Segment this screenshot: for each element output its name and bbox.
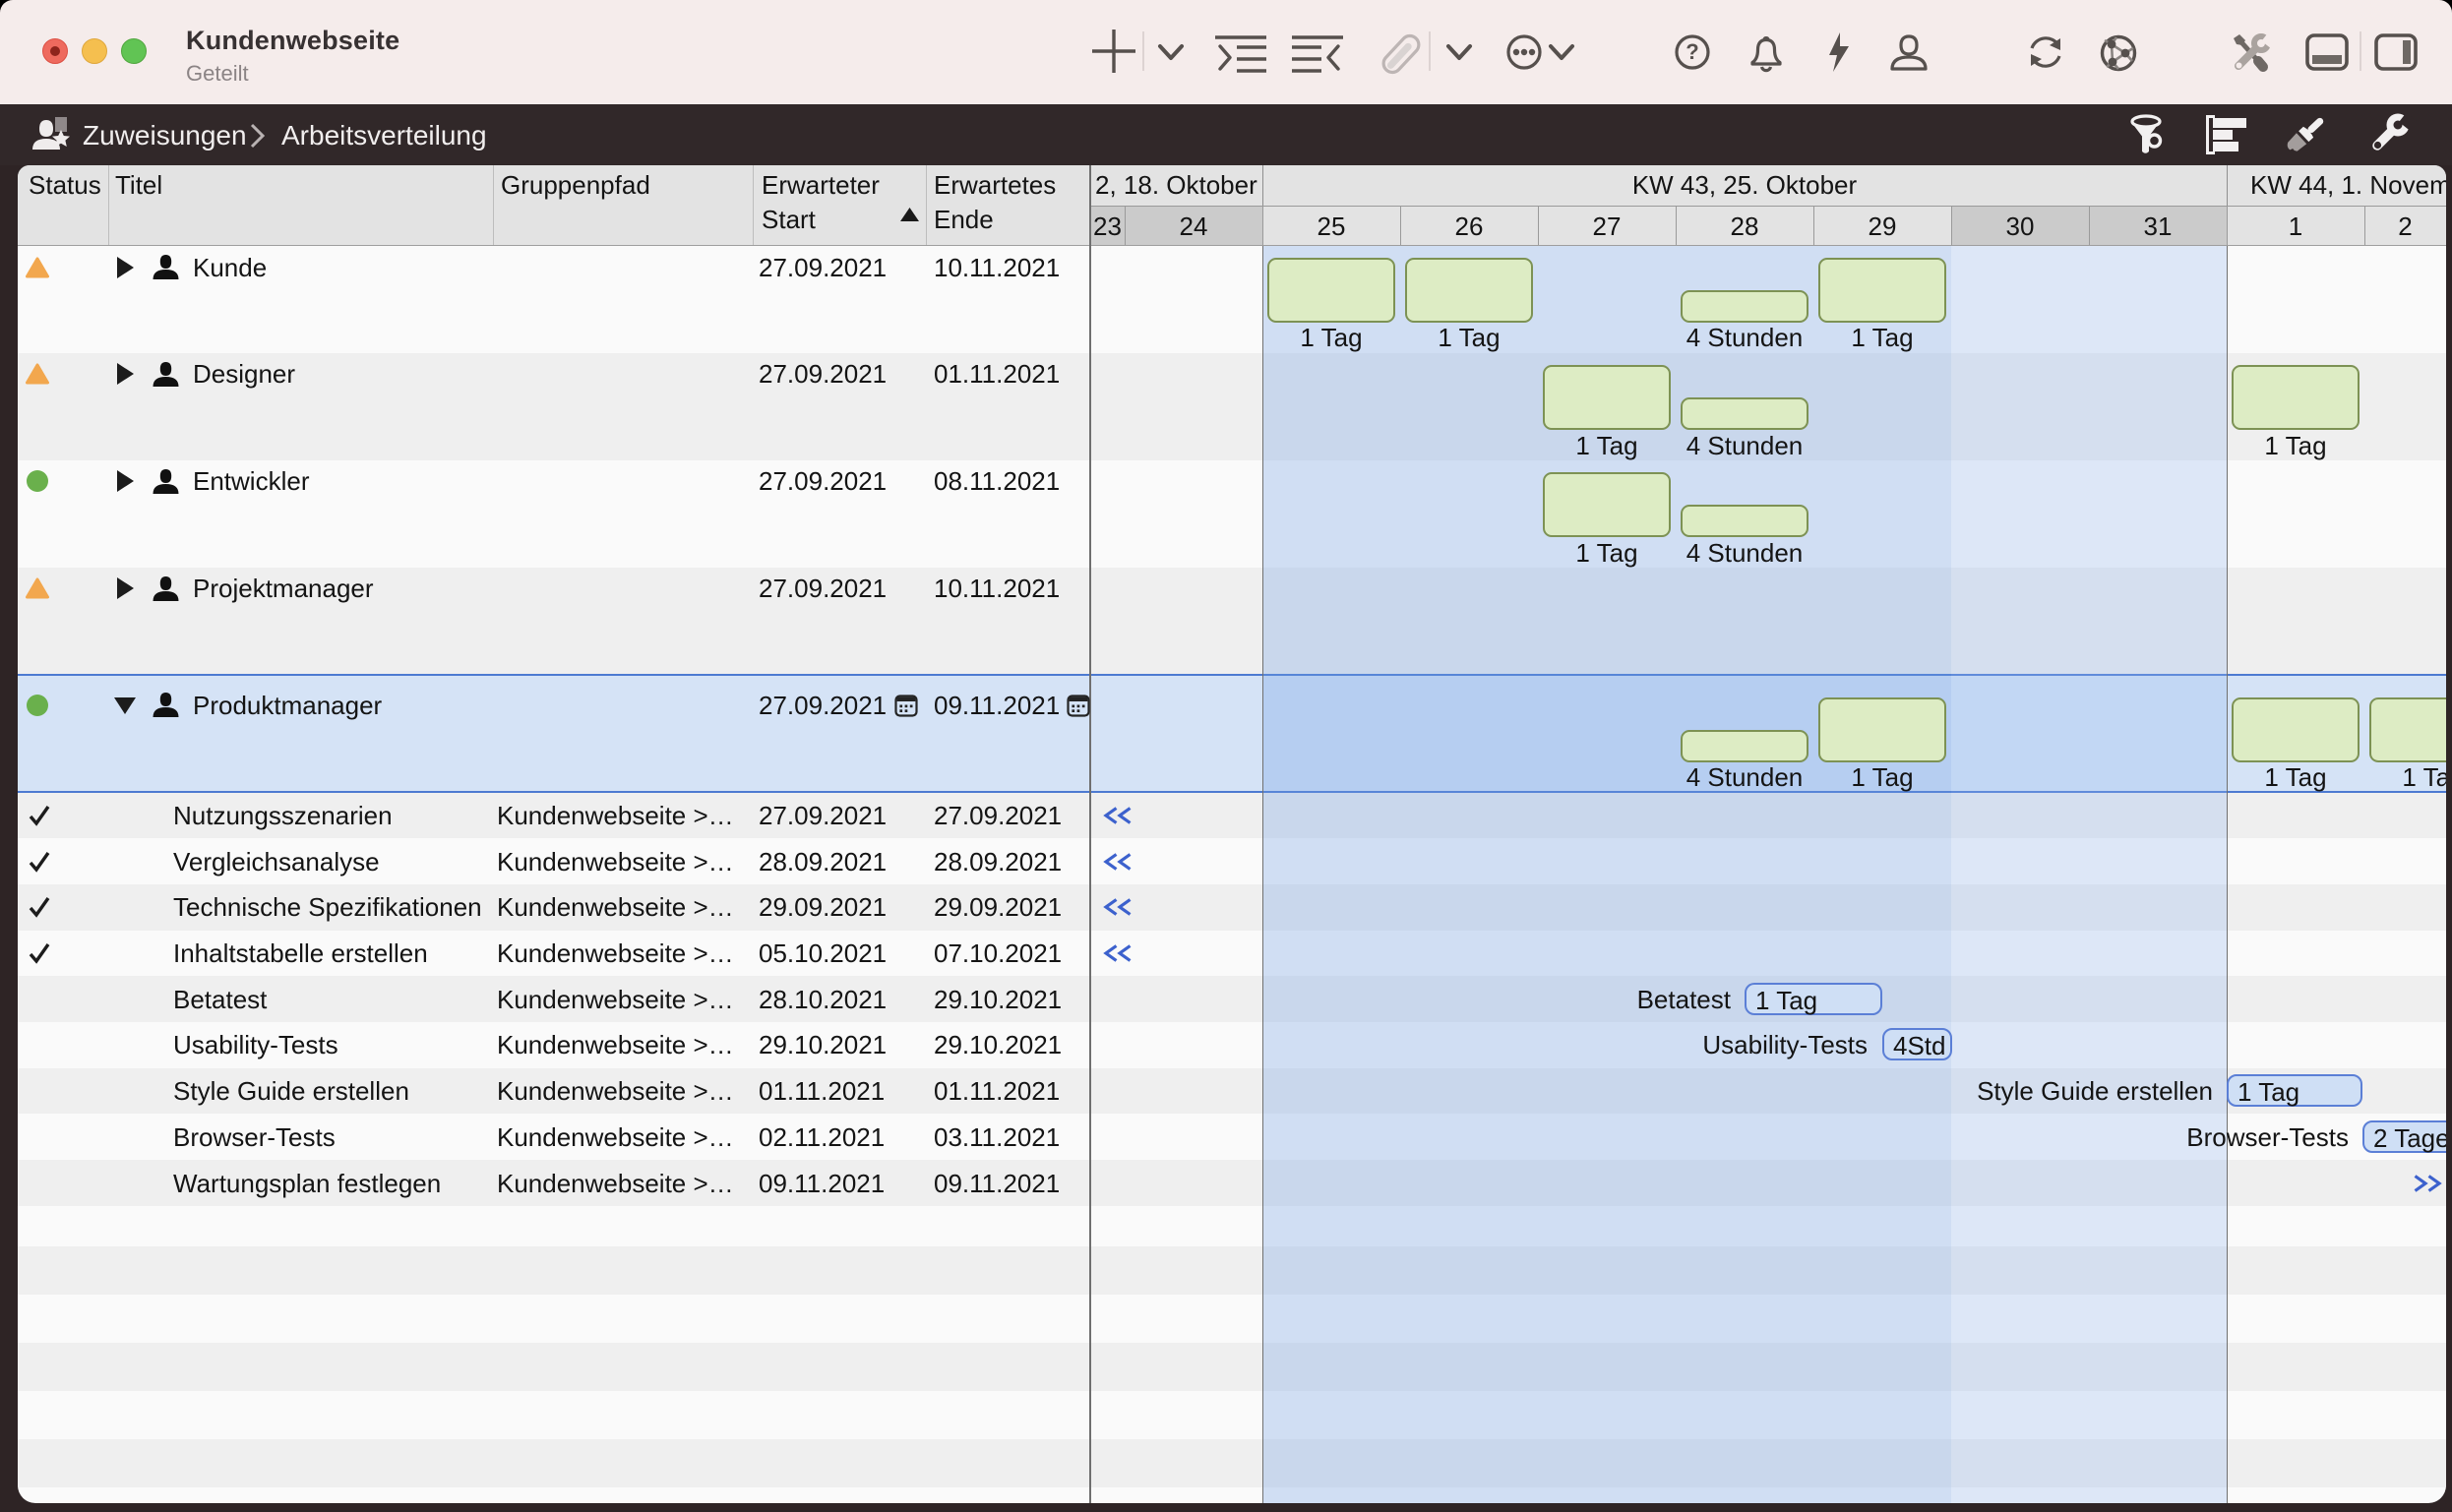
svg-text:?: ? bbox=[1686, 39, 1698, 64]
